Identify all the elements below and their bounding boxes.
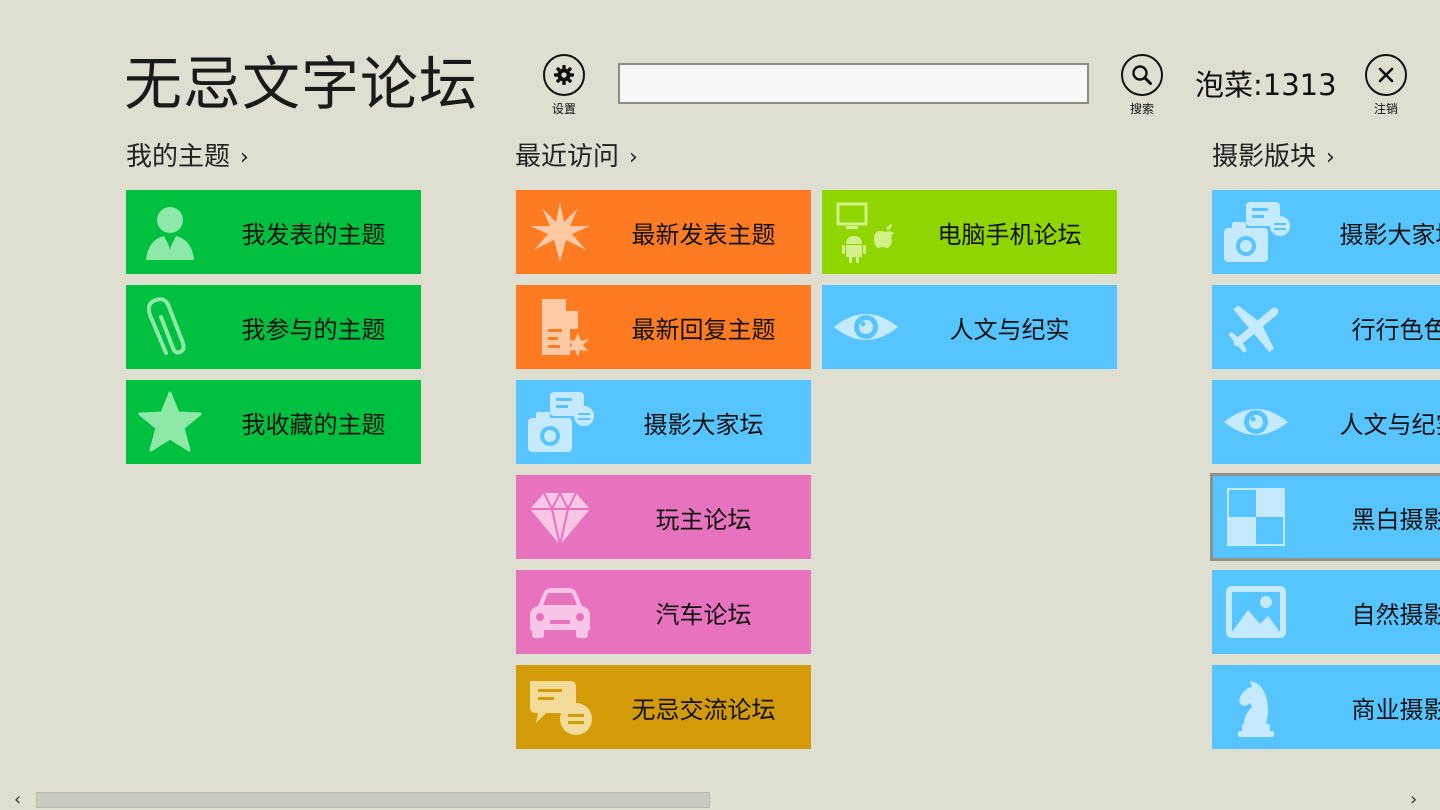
score-text: 泡菜:1313 (1195, 68, 1337, 102)
tile-my-joined-topics[interactable]: 我参与的主题 (126, 285, 421, 369)
diamond-icon (530, 490, 590, 546)
tile-black-white[interactable]: 黑白摄影 (1210, 473, 1440, 561)
section-title-label: 摄影版块 (1212, 142, 1317, 172)
tile-label: 人文与纪实 (1339, 410, 1440, 439)
tile-car-forum[interactable]: 汽车论坛 (516, 570, 811, 654)
tile-label: 最新回复主题 (631, 315, 776, 344)
logout-button[interactable]: 注销 (1365, 54, 1407, 117)
airplane-icon (1228, 305, 1279, 353)
tile-label: 人文与纪实 (949, 315, 1070, 344)
tile-label: 商业摄影 (1351, 695, 1440, 724)
tile-my-posted-topics[interactable]: 我发表的主题 (126, 190, 421, 274)
star-icon (138, 391, 202, 452)
app-title: 无忌文字论坛 (124, 50, 479, 118)
chess-knight-icon (1238, 681, 1274, 737)
tile-label: 黑白摄影 (1351, 505, 1440, 534)
paperclip-icon (146, 297, 186, 355)
tile-nature[interactable]: 自然摄影 (1212, 570, 1440, 654)
eye-icon (834, 314, 898, 340)
camera-chat-icon (1224, 202, 1290, 262)
tile-humanity-documentary[interactable]: 人文与纪实 (822, 285, 1117, 369)
settings-label: 设置 (551, 102, 576, 116)
tile-latest-posted[interactable]: 最新发表主题 (516, 190, 811, 274)
close-icon (1365, 54, 1407, 96)
tile-label: 汽车论坛 (655, 600, 752, 629)
tile-label: 摄影大家坛 (643, 410, 764, 439)
tile-label: 我收藏的主题 (241, 410, 386, 439)
document-reply-icon (542, 299, 589, 357)
chevron-right-icon: › (629, 145, 638, 170)
tile-player-forum[interactable]: 玩主论坛 (516, 475, 811, 559)
section-title-label: 我的主题 (126, 142, 231, 172)
logout-label: 注销 (1373, 102, 1398, 116)
section-title-my-topics[interactable]: 我的主题 › (126, 140, 249, 176)
search-input[interactable] (618, 63, 1089, 104)
section-title-photo[interactable]: 摄影版块 › (1212, 140, 1335, 176)
tile-photo-masters[interactable]: 摄影大家坛 (516, 380, 811, 464)
tile-latest-replied[interactable]: 最新回复主题 (516, 285, 811, 369)
eye-icon (1224, 409, 1288, 435)
camera-chat-icon (528, 392, 594, 452)
tile-travel[interactable]: 行行色色 (1212, 285, 1440, 369)
tile-label: 无忌交流论坛 (631, 695, 776, 724)
scroll-right-arrow-icon[interactable]: › (1410, 790, 1417, 810)
tile-my-favorite-topics[interactable]: 我收藏的主题 (126, 380, 421, 464)
tile-label: 电脑手机论坛 (937, 220, 1082, 249)
search-label: 搜索 (1129, 102, 1154, 116)
section-title-recent[interactable]: 最近访问 › (515, 140, 638, 176)
tile-label: 行行色色 (1351, 315, 1440, 344)
tile-humanity-documentary-2[interactable]: 人文与纪实 (1212, 380, 1440, 464)
search-icon (1121, 54, 1163, 96)
starburst-icon (530, 202, 590, 262)
tile-label: 自然摄影 (1351, 600, 1440, 629)
gear-icon (543, 54, 585, 96)
scrollbar-thumb[interactable] (36, 792, 710, 808)
scroll-left-arrow-icon[interactable]: ‹ (14, 790, 21, 810)
tile-wuji-exchange-forum[interactable]: 无忌交流论坛 (516, 665, 811, 749)
tile-photo-masters-2[interactable]: 摄影大家坛 (1212, 190, 1440, 274)
tile-computer-phone-forum[interactable]: 电脑手机论坛 (822, 190, 1117, 274)
user-suit-icon (146, 207, 194, 260)
landscape-icon (1226, 586, 1286, 638)
tile-label: 摄影大家坛 (1339, 220, 1440, 249)
chevron-right-icon: › (240, 145, 249, 170)
car-icon (530, 588, 590, 638)
settings-button[interactable]: 设置 (543, 54, 585, 117)
chevron-right-icon: › (1326, 145, 1335, 170)
tile-commercial[interactable]: 商业摄影 (1212, 665, 1440, 749)
tile-label: 最新发表主题 (631, 220, 776, 249)
checkerboard-icon (1227, 488, 1285, 546)
section-title-label: 最近访问 (515, 142, 620, 172)
chat-bubbles-icon (530, 681, 592, 735)
tile-label: 玩主论坛 (655, 505, 752, 534)
devices-icon (836, 202, 894, 263)
search-button[interactable]: 搜索 (1121, 54, 1163, 117)
tile-label: 我参与的主题 (241, 315, 386, 344)
tile-label: 我发表的主题 (241, 220, 386, 249)
